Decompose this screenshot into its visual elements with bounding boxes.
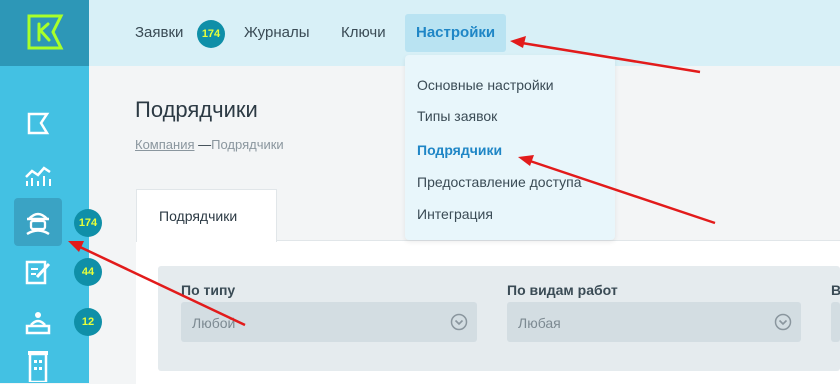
sidebar-contractors-icon[interactable] [14,198,62,246]
journal-edit-icon [25,260,51,285]
tab-contractors-label: Подрядчики [159,208,238,224]
breadcrumb-separator: — [198,137,212,152]
settings-dropdown-menu: Основные настройки Типы заявок Подрядчик… [405,55,615,240]
building-icon [28,351,48,382]
filter-type-value: Любой [192,315,236,331]
nav-requests-badge: 174 [197,20,225,48]
tab-contractors[interactable]: Подрядчики [136,189,277,242]
nav-keys[interactable]: Ключи [341,24,386,41]
flag-icon [27,112,50,135]
menu-item-main-settings[interactable]: Основные настройки [417,77,554,93]
sidebar-analytics-icon[interactable] [14,150,62,198]
filter-third-label: В [831,282,840,298]
filter-work-value: Любая [518,315,561,331]
menu-item-integration[interactable]: Интеграция [417,206,493,222]
filter-work-select[interactable]: Любая [507,302,801,342]
page-title: Подрядчики [135,97,258,122]
nav-settings-label: Настройки [416,24,496,41]
menu-item-access[interactable]: Предоставление доступа [417,174,582,190]
nav-journals[interactable]: Журналы [244,24,310,41]
filter-work-label: По видам работ [507,282,618,298]
filter-type-select[interactable]: Любой [181,302,477,342]
breadcrumb: Компания —Подрядчики [135,137,284,152]
sidebar-flag-icon[interactable] [14,100,62,148]
nav-requests[interactable]: Заявки [135,24,183,41]
sidebar-journal-icon[interactable] [14,248,62,296]
sidebar-badge-journal: 44 [74,258,102,286]
chevron-down-icon [774,313,792,331]
menu-item-request-types[interactable]: Типы заявок [417,108,497,124]
filter-third-select[interactable] [831,302,840,342]
sidebar-building-icon[interactable] [14,348,62,383]
logo-area[interactable] [0,0,89,66]
sidebar-badge-contractors: 174 [74,209,102,237]
breadcrumb-current: Подрядчики [211,137,284,152]
nav-settings[interactable]: Настройки [405,14,506,52]
sidebar-badge-keys: 12 [74,308,102,336]
sidebar-keys-icon[interactable] [14,298,62,346]
contractors-icon [26,212,50,236]
breadcrumb-company[interactable]: Компания [135,137,195,152]
reception-desk-icon [25,312,51,335]
analytics-icon [25,166,51,186]
menu-item-contractors[interactable]: Подрядчики [417,142,502,158]
chevron-down-icon [450,313,468,331]
app-logo-icon [27,14,64,50]
filter-type-label: По типу [181,282,236,298]
